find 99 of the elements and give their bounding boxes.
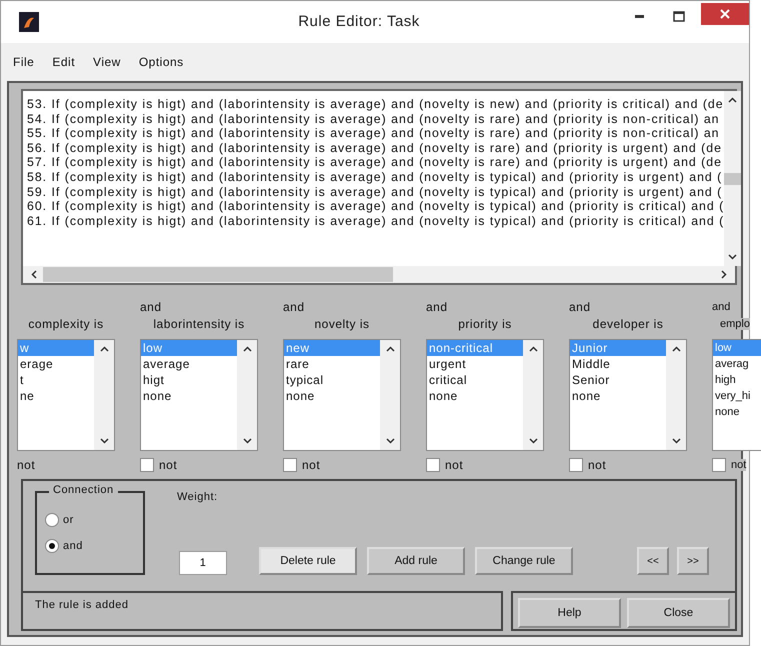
scroll-up-icon[interactable] [386,346,394,352]
weight-label: Weight: [177,491,219,503]
variable-label: emplo [720,318,750,330]
not-checkbox[interactable] [426,458,440,472]
close-dialog-button[interactable]: Close [627,598,730,628]
close-icon [720,8,730,19]
app-icon [19,12,39,32]
list-item[interactable]: Senior [570,372,666,388]
variable-label: developer is [592,317,664,331]
list-item[interactable]: none [713,404,761,420]
connector-label: and [283,300,305,314]
scroll-thumb[interactable] [724,172,742,184]
connector-label: and [569,300,591,314]
next-button[interactable]: >> [677,547,709,575]
menu-item[interactable]: File [13,54,44,69]
delete-rule-button[interactable]: Delete rule [259,547,357,575]
scroll-up-icon[interactable] [242,346,252,352]
list-item[interactable]: very_hi [713,388,761,404]
variable-label: novelty is [314,317,370,331]
list-item[interactable]: erage [18,356,94,372]
weight-field[interactable]: 1 [179,551,227,575]
variable-label: laborintensity is [153,317,245,331]
rule-line[interactable]: 58. If (complexity is higt) and (laborintensity is average) and (novelty is typical) and (priority is urgent) and ( [27,170,724,185]
rule-line[interactable]: 56. If (complexity is higt) and (laborintensity is average) and (novelty is rare) and (priority is urgent) and (de [27,140,724,156]
vertical-scrollbar[interactable] [724,91,742,266]
list-item[interactable]: none [141,388,237,404]
list-item[interactable]: t [18,372,94,388]
not-label: not [588,458,606,472]
menu-item[interactable]: Options [138,54,194,69]
membership-listbox[interactable]: w erage t ne [17,339,115,451]
group-label: Connection [49,484,118,496]
scroll-down-icon[interactable] [386,438,394,444]
list-item[interactable]: average [141,356,237,372]
variable-label: complexity is [28,317,104,331]
list-item[interactable]: high [713,372,761,388]
radio-button[interactable] [45,513,59,527]
close-button[interactable] [701,2,749,25]
rule-line[interactable]: 55. If (complexity is higt) and (laborintensity is average) and (novelty is rare) and (priority is non-critical) an [27,126,724,141]
maximize-icon [673,11,685,22]
list-item[interactable]: Middle [570,356,666,372]
scroll-up-icon[interactable] [728,97,738,103]
connector-label: and [426,300,448,314]
list-item[interactable]: none [570,388,666,404]
change-rule-button[interactable]: Change rule [475,547,573,575]
connector-label: and [140,300,162,314]
membership-listbox[interactable]: low averag high very_hi none [712,339,761,451]
rule-line[interactable]: 60. If (complexity is higt) and (laborintensity is average) and (novelty is typical) and (priority is critical) and ( [27,199,724,214]
list-item[interactable]: critical [427,372,523,388]
membership-listbox[interactable]: new rare typical none [283,339,401,451]
scroll-down-icon[interactable] [528,438,538,444]
scroll-left-icon[interactable] [31,270,37,279]
not-label: not [159,458,178,472]
menu-item[interactable]: View [93,54,131,69]
scroll-down-icon[interactable] [242,438,252,444]
rule-line[interactable]: 61. If (complexity is higt) and (laborintensity is average) and (novelty is typical) and (priority is critical) and ( [27,214,724,228]
horizontal-scrollbar[interactable] [23,266,735,283]
list-item[interactable]: none [427,388,523,404]
menu-item[interactable]: Edit [52,54,86,69]
scroll-down-icon[interactable] [100,438,108,444]
list-item[interactable]: none [284,388,380,404]
help-button[interactable]: Help [518,598,621,628]
rule-line[interactable]: 53. If (complexity is higt) and (laborintensity is average) and (novelty is new) and (priority is critical) and (de [27,97,724,112]
not-checkbox[interactable] [712,458,726,472]
not-label: not [302,458,320,472]
scroll-up-icon[interactable] [672,346,680,352]
radio-button[interactable] [45,539,59,553]
not-checkbox[interactable] [569,458,583,472]
list-item[interactable]: higt [141,372,237,388]
scroll-up-icon[interactable] [100,346,108,352]
rule-line[interactable]: 57. If (complexity is higt) and (laborintensity is average) and (novelty is rare) and (priority is urgent) and (de [27,155,724,170]
connector-label: and [712,301,730,313]
scroll-up-icon[interactable] [528,346,538,352]
scroll-down-icon[interactable] [672,438,680,444]
list-item[interactable]: ne [18,388,94,404]
minimize-icon [634,15,644,18]
not-label: not [731,459,746,471]
membership-listbox[interactable]: Junior Middle Senior none [569,339,687,451]
radio-label: and [63,540,83,552]
list-item[interactable]: rare [284,356,380,372]
previous-button[interactable]: << [637,547,669,575]
list-item[interactable]: urgent [427,356,523,372]
scroll-right-icon[interactable] [721,270,727,279]
membership-listbox[interactable]: non-critical urgent critical none [426,339,544,451]
not-label: not [445,458,464,472]
add-rule-button[interactable]: Add rule [367,547,465,575]
list-item[interactable]: averag [713,356,761,372]
scroll-down-icon[interactable] [728,254,738,260]
membership-listbox[interactable]: low average higt none [140,339,258,451]
scroll-thumb[interactable] [43,267,393,282]
status-message: The rule is added [21,591,503,631]
not-label: not [17,458,36,472]
rule-line[interactable]: 54. If (complexity is higt) and (laborintensity is average) and (novelty is rare) and (priority is non-critical) an [27,112,724,126]
window-title: Rule Editor: Task [297,13,421,30]
radio-label: or [63,514,74,526]
not-checkbox[interactable] [140,458,154,472]
rule-line[interactable]: 59. If (complexity is higt) and (laborintensity is average) and (novelty is typical) and (priority is urgent) and ( [27,184,724,200]
variable-label: priority is [458,317,512,331]
list-item[interactable]: typical [284,372,380,388]
not-checkbox[interactable] [283,458,297,472]
